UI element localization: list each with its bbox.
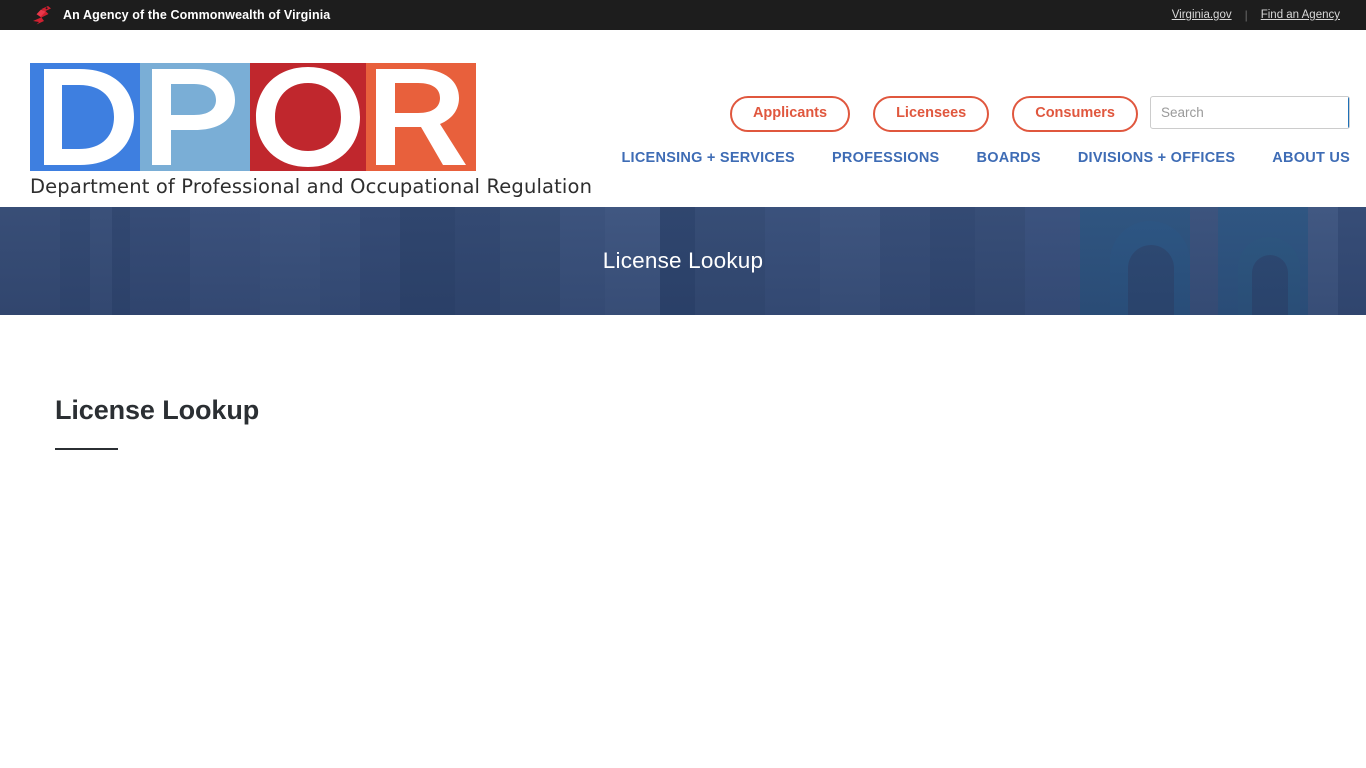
hero-title: License Lookup [602,248,764,273]
dpor-logo[interactable]: Department of Professional and Occupatio… [30,63,593,198]
find-an-agency-link[interactable]: Find an Agency [1261,9,1340,21]
page-content: License Lookup License Search Advanced L… [0,315,1366,768]
header-search-input[interactable] [1151,97,1348,128]
nav-item-licensing-services[interactable]: LICENSING + SERVICES [621,150,795,166]
nav-item-boards[interactable]: BOARDS [976,150,1040,166]
logo-letter-p [140,63,250,171]
applicants-button[interactable]: Applicants [729,96,851,132]
dpor-logo-marks [30,63,482,171]
cardinal-bird-icon [28,4,54,26]
gov-link-separator: | [1244,8,1248,22]
agency-statement: An Agency of the Commonwealth of Virgini… [63,8,331,22]
licensees-button[interactable]: Licensees [873,96,990,132]
hero-banner: License Lookup [0,207,1366,315]
nav-item-professions[interactable]: PROFESSIONS [832,150,940,166]
page-title-underline [55,448,118,450]
header-search [1150,96,1350,129]
audience-pill-group: Applicants Licensees Consumers [729,96,1138,132]
logo-letter-r [366,63,476,171]
main-navigation: LICENSING + SERVICES PROFESSIONS BOARDS … [621,150,1350,166]
page-title: License Lookup [55,395,260,425]
header-search-button[interactable] [1348,97,1349,128]
logo-letter-o [250,63,366,171]
consumers-button[interactable]: Consumers [1012,96,1138,132]
site-header: Department of Professional and Occupatio… [0,30,1366,207]
commonwealth-top-bar: An Agency of the Commonwealth of Virgini… [0,0,1366,30]
nav-item-divisions-offices[interactable]: DIVISIONS + OFFICES [1078,150,1235,166]
gov-bar-branding: An Agency of the Commonwealth of Virgini… [28,4,330,26]
virginia-gov-link[interactable]: Virginia.gov [1172,9,1232,21]
gov-bar-links: Virginia.gov | Find an Agency [1172,8,1340,22]
logo-letter-d [30,63,140,171]
dpor-logo-caption: Department of Professional and Occupatio… [30,175,593,198]
nav-item-about-us[interactable]: ABOUT US [1272,150,1350,166]
